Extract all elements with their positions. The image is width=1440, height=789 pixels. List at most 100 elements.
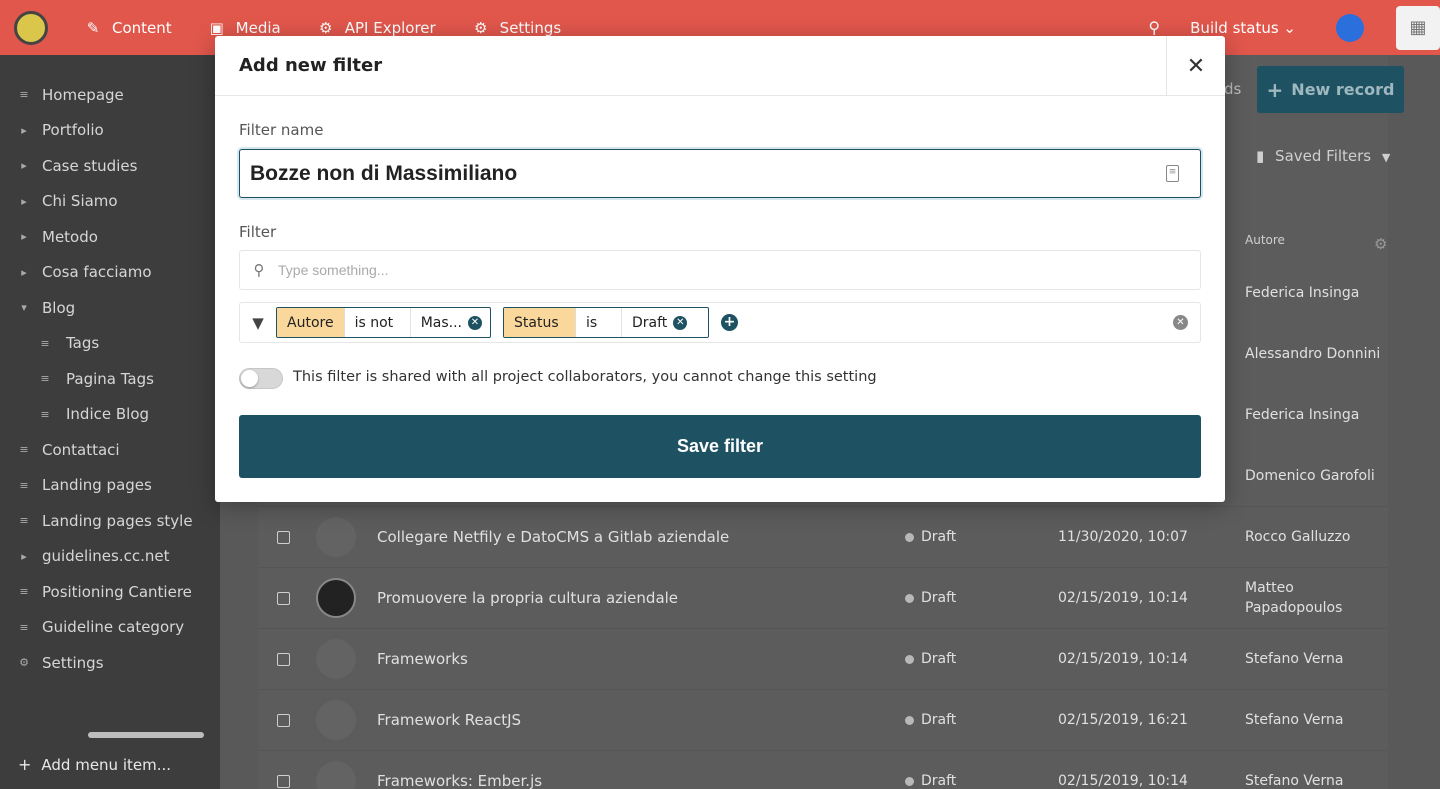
row-title[interactable]: Frameworks xyxy=(377,650,468,668)
gear-icon[interactable]: ⚙ xyxy=(1374,235,1387,253)
sidebar-item[interactable]: ≡ Tags xyxy=(0,326,220,362)
row-status: Draft xyxy=(905,712,956,728)
sidebar-item[interactable]: ≡ Landing pages xyxy=(0,468,220,504)
toggle-knob xyxy=(241,370,258,387)
add-condition-icon[interactable]: + xyxy=(721,314,738,331)
nav-api-explorer[interactable]: ⚙ API Explorer xyxy=(317,19,436,37)
sidebar-item[interactable]: ≡ Landing pages style xyxy=(0,503,220,539)
sidebar-item-label: Pagina Tags xyxy=(66,369,154,388)
sidebar-item-label: Metodo xyxy=(42,227,98,246)
gift-icon[interactable]: ▦ xyxy=(1396,5,1440,50)
row-date: 02/15/2019, 16:21 xyxy=(1058,712,1188,728)
row-checkbox[interactable] xyxy=(277,591,290,605)
filter-name-input[interactable] xyxy=(239,149,1201,198)
condition-operator[interactable]: is xyxy=(576,308,622,337)
author-cell: Alessandro Donnini xyxy=(1245,346,1381,362)
search-icon[interactable]: ⚲ xyxy=(1148,18,1160,37)
chevron-down-icon: ▼ xyxy=(1381,151,1391,164)
sidebar-item[interactable]: ≡ Homepage xyxy=(0,77,220,113)
author-cell: Federica Insinga xyxy=(1245,407,1360,423)
row-title[interactable]: Frameworks: Ember.js xyxy=(377,772,542,789)
condition-value[interactable]: Mas... ✕ xyxy=(411,308,490,337)
shared-toggle-label: This filter is shared with all project c… xyxy=(293,369,877,385)
sidebar-item[interactable]: ▸ Metodo xyxy=(0,219,220,255)
row-checkbox[interactable] xyxy=(277,530,290,544)
row-checkbox[interactable] xyxy=(277,774,290,788)
row-date: 02/15/2019, 10:14 xyxy=(1058,773,1188,789)
sidebar-item[interactable]: ▸ guidelines.cc.net xyxy=(0,539,220,575)
caret-down-icon: ▾ xyxy=(21,301,27,315)
sidebar-item[interactable]: ≡ Guideline category xyxy=(0,610,220,646)
condition-operator[interactable]: is not xyxy=(345,308,411,337)
row-status: Draft xyxy=(905,773,956,789)
condition-chip-status[interactable]: Status is Draft ✕ xyxy=(503,307,709,338)
filter-search-input[interactable] xyxy=(278,262,1200,278)
condition-value-text: Mas... xyxy=(420,314,462,331)
column-header-autore[interactable]: Autore xyxy=(1245,233,1285,247)
shared-toggle[interactable] xyxy=(239,368,283,389)
add-menu-item-button[interactable]: + Add menu item... xyxy=(18,755,171,774)
build-status-dropdown[interactable]: Build status ⌄ xyxy=(1190,19,1296,37)
row-status: Draft xyxy=(905,651,956,667)
sidebar-item[interactable]: ≡ Pagina Tags xyxy=(0,361,220,397)
clear-filters-icon[interactable]: ✕ xyxy=(1173,315,1188,330)
row-title[interactable]: Framework ReactJS xyxy=(377,711,521,729)
sidebar-item[interactable]: ≡ Contattaci xyxy=(0,432,220,468)
sidebar-item[interactable]: ≡ Positioning Cantiere xyxy=(0,574,220,610)
sidebar-item-label: Contattaci xyxy=(42,440,120,459)
menu-lines-icon: ≡ xyxy=(40,407,50,421)
bookmark-icon: ▮ xyxy=(1256,147,1265,165)
row-status-text: Draft xyxy=(921,529,957,545)
table-row[interactable]: Promuovere la propria cultura aziendale D… xyxy=(258,567,1388,628)
table-row[interactable]: Frameworks Draft 02/15/2019, 10:14 Stefano … xyxy=(258,628,1388,689)
sidebar-item[interactable]: ▸ Cosa facciamo xyxy=(0,255,220,291)
table-row[interactable]: Frameworks: Ember.js Draft 02/15/2019, 10:… xyxy=(258,750,1388,789)
row-date: 02/15/2019, 10:14 xyxy=(1058,651,1188,667)
project-logo[interactable] xyxy=(14,10,48,45)
nav-content[interactable]: ✎ Content xyxy=(84,19,172,37)
row-title[interactable]: Promuovere la propria cultura aziendale xyxy=(377,589,678,607)
remove-condition-icon[interactable]: ✕ xyxy=(468,315,482,330)
sidebar-item-label: Cosa facciamo xyxy=(42,263,152,282)
sidebar-item[interactable]: ▾ Blog xyxy=(0,290,220,326)
condition-field[interactable]: Status xyxy=(504,308,576,337)
new-record-button[interactable]: + New record xyxy=(1257,66,1404,113)
sidebar-item-label: Homepage xyxy=(42,85,124,104)
sidebar-item-label: Settings xyxy=(42,653,104,672)
saved-filters-dropdown[interactable]: ▮ Saved Filters ▼ xyxy=(1256,147,1390,165)
status-dot-icon xyxy=(905,776,914,786)
condition-field[interactable]: Autore xyxy=(277,308,345,337)
sidebar-menu: ≡ Homepage ▸ Portfolio ▸ Case studies ▸ Chi Sia… xyxy=(0,55,220,681)
row-status-text: Draft xyxy=(921,712,957,728)
sidebar-scrollbar[interactable] xyxy=(88,732,204,738)
user-avatar[interactable] xyxy=(1336,13,1364,42)
row-thumbnail xyxy=(316,517,356,557)
row-title[interactable]: Collegare Netfily e DatoCMS a Gitlab azi… xyxy=(377,528,729,546)
author-cell: Domenico Garofoli xyxy=(1245,468,1375,484)
funnel-icon: ▼ xyxy=(252,313,264,332)
nav-media[interactable]: ▣ Media xyxy=(208,19,281,37)
sidebar-item[interactable]: ▸ Portfolio xyxy=(0,113,220,149)
condition-chip-autore[interactable]: Autore is not Mas... ✕ xyxy=(276,307,491,338)
nav-settings[interactable]: ⚙ Settings xyxy=(472,18,561,37)
close-button[interactable]: ✕ xyxy=(1166,36,1225,96)
settings-icon: ⚙ xyxy=(473,18,488,37)
row-status-text: Draft xyxy=(921,651,957,667)
remove-condition-icon[interactable]: ✕ xyxy=(673,315,688,330)
caret-right-icon: ▸ xyxy=(21,230,27,244)
row-checkbox[interactable] xyxy=(277,652,290,666)
table-row[interactable]: Framework ReactJS Draft 02/15/2019, 16:21 S… xyxy=(258,689,1388,750)
nav-media-label: Media xyxy=(235,18,281,37)
status-dot-icon xyxy=(905,654,914,664)
sidebar-item[interactable]: ≡ Indice Blog xyxy=(0,397,220,433)
sidebar-item[interactable]: ⚙ Settings xyxy=(0,645,220,681)
add-filter-modal: Add new filter ✕ Filter name ≡ Filter ⚲ … xyxy=(215,36,1225,502)
row-status-text: Draft xyxy=(921,590,957,606)
save-filter-button[interactable]: Save filter xyxy=(239,415,1201,478)
row-checkbox[interactable] xyxy=(277,713,290,727)
condition-value[interactable]: Draft ✕ xyxy=(622,308,695,337)
row-status: Draft xyxy=(905,529,956,545)
sidebar-item[interactable]: ▸ Case studies xyxy=(0,148,220,184)
table-row[interactable]: Collegare Netfily e DatoCMS a Gitlab azi… xyxy=(258,506,1388,567)
sidebar-item[interactable]: ▸ Chi Siamo xyxy=(0,184,220,220)
